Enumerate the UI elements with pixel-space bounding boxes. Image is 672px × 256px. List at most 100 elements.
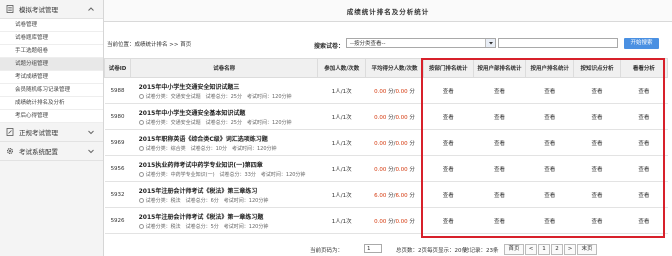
view-analysis-link[interactable]: 查看 [620,129,668,156]
view-analysis-link[interactable]: 查看 [620,181,668,208]
dept-rank-link[interactable]: 查看 [423,155,474,182]
pager-total-records: 总记录：23条 [464,248,499,254]
user-rank-link[interactable]: 查看 [525,103,574,130]
paper-id: 5988 [104,77,131,104]
user-dept-rank-link[interactable] [473,233,526,235]
sidebar-group-label: 正规考试管理 [19,129,58,137]
search-label: 搜索试卷： [314,43,345,50]
paper-id: 5980 [104,103,131,130]
paper-name-cell: 2015年中小学生交通安全基本知识试题 试卷分类：交通安全试题 试卷总分：25分… [130,103,318,130]
paper-info-text: 试卷分类：交通安全试题 试卷总分：25分 考试时间：120分钟 [145,93,292,100]
sidebar-item-score-ranking[interactable]: 成绩统计排名及分析 [0,97,103,110]
gear-icon [6,147,14,155]
paper-name[interactable]: 2015年中小学生交通安全知识试题三 [139,82,318,91]
paper-name[interactable]: 2015年职称英语《综合类C级》词汇选项练习题 [139,134,318,143]
user-rank-link[interactable]: 查看 [525,129,574,156]
pagination: 当前页码为： 1 总页数：2页 每页显示：20条 总记录：23条 首页 < 1 … [104,244,672,256]
document-edit-icon [6,128,14,136]
participants-cell: 1人/1次 [317,129,366,156]
dept-rank-link[interactable]: 查看 [423,77,474,104]
prev-page-button[interactable]: < [525,244,537,255]
knowledge-analysis-link[interactable]: 查看 [573,181,621,208]
average-score: 6.00 [374,192,387,199]
total-score: 0.00 [395,140,408,147]
user-dept-rank-link[interactable]: 查看 [473,181,526,208]
dept-rank-link[interactable]: 查看 [423,181,474,208]
first-page-button[interactable]: 首页 [504,244,524,255]
user-rank-link[interactable]: 查看 [525,207,574,234]
view-analysis-link[interactable]: 查看 [620,155,668,182]
breadcrumb: 当前位置：成绩统计排名 >> 首页 [107,42,192,48]
info-bullet-icon [138,171,144,177]
view-analysis-link[interactable]: 查看 [620,207,668,234]
sidebar-item-score-manage[interactable]: 考试成绩管理 [0,71,103,84]
dept-rank-link[interactable]: 查看 [423,103,474,130]
pager-per-page: 每页显示：20条 [427,248,467,254]
table-row: 5932 2015年注册会计师考试《税法》第三章练习 试卷分类：税法 试卷总分：… [104,181,668,208]
sidebar-group-label: 考试系统配置 [19,148,58,156]
paper-name[interactable]: 2015年注册会计师考试《税法》第三章练习 [139,186,318,195]
user-dept-rank-link[interactable]: 查看 [473,155,526,182]
sidebar-item-question-groups[interactable]: 试题分组管理 [0,58,103,71]
user-rank-link[interactable]: 查看 [525,77,574,104]
knowledge-analysis-link[interactable]: 查看 [573,103,621,130]
average-score: 0.00 [374,114,387,121]
user-dept-rank-link[interactable]: 查看 [473,207,526,234]
sidebar-item-question-bank[interactable]: 试卷题库管理 [0,32,103,45]
dept-rank-link[interactable] [423,233,474,235]
paper-info-text: 试卷分类：交通安全试题 试卷总分：25分 考试时间：120分钟 [145,119,292,126]
user-rank-link[interactable]: 查看 [525,181,574,208]
view-analysis-link[interactable]: 查看 [620,103,668,130]
paper-name[interactable]: 2015年注册会计师考试《税法》第一章练习题 [139,212,318,221]
page-1-button[interactable]: 1 [538,244,550,255]
dept-rank-link[interactable]: 查看 [423,207,474,234]
knowledge-analysis-link[interactable]: 查看 [573,207,621,234]
user-dept-rank-link[interactable]: 查看 [473,77,526,104]
paper-info: 试卷分类：税法 试卷总分：5分 考试时间：120分钟 [138,223,318,230]
pager-total-pages: 总页数：2页 [396,248,427,254]
average-cell: 0.00 分/0.00 分 [365,103,424,130]
paper-name[interactable]: 2015年中小学生交通安全基本知识试题 [139,108,318,117]
paper-info: 试卷分类：综合类 试卷总分：10分 考试时间：120分钟 [138,145,318,152]
chevron-down-icon [87,147,95,155]
sidebar-group-exam[interactable]: 模拟考试管理 [0,0,103,19]
sidebar-item-reflections[interactable]: 考后心得管理 [0,110,103,123]
knowledge-analysis-link[interactable]: 查看 [573,129,621,156]
sidebar-item-manual-compose[interactable]: 手工选题组卷 [0,45,103,58]
table-row: 5969 2015年职称英语《综合类C级》词汇选项练习题 试卷分类：综合类 试卷… [104,129,668,156]
paper-name[interactable]: 2015执业药师考试中药学专业知识(一)第四章 [139,160,318,169]
user-rank-link[interactable] [525,233,574,235]
view-analysis-link[interactable] [620,233,668,235]
search-row: 当前位置：成绩统计排名 >> 首页 搜索试卷： --按分类查看-- 开始搜索 [104,35,672,55]
search-input[interactable] [498,38,618,48]
user-dept-rank-link[interactable]: 查看 [473,103,526,130]
knowledge-analysis-link[interactable]: 查看 [573,77,621,104]
chevron-up-icon [87,5,95,13]
average-score: 0.00 [374,166,387,173]
last-page-button[interactable]: 末页 [577,244,597,255]
sidebar: 模拟考试管理 试卷管理 试卷题库管理 手工选题组卷 试题分组管理 考试成绩管理 … [0,0,104,256]
paper-info-text: 试卷分类：中药学专业知识(一) 试卷总分：33分 考试时间：120分钟 [145,171,306,178]
search-button[interactable]: 开始搜索 [624,38,659,49]
view-analysis-link[interactable]: 查看 [620,77,668,104]
results-table-container: 试卷ID 试卷名称 参加人数/次数 平均得分人数/次数 按部门排名统计 按用户部… [104,58,672,235]
chevron-down-icon [87,128,95,136]
paper-info: 试卷分类：交通安全试题 试卷总分：25分 考试时间：120分钟 [138,119,318,126]
user-dept-rank-link[interactable]: 查看 [473,129,526,156]
user-rank-link[interactable]: 查看 [525,155,574,182]
next-page-button[interactable]: > [564,244,576,255]
page-number-input[interactable]: 1 [364,244,382,253]
sidebar-group-config[interactable]: 考试系统配置 [0,142,103,161]
dept-rank-link[interactable]: 查看 [423,129,474,156]
category-select[interactable]: --按分类查看-- [346,38,496,48]
page-2-button[interactable]: 2 [551,244,563,255]
knowledge-analysis-link[interactable]: 查看 [573,155,621,182]
average-cell: 6.00 分/6.00 分 [365,181,424,208]
table-row: 5988 2015年中小学生交通安全知识试题三 试卷分类：交通安全试题 试卷总分… [104,77,668,104]
sidebar-item-practice-records[interactable]: 会员随机练习记录管理 [0,84,103,97]
sidebar-group-formal-exam[interactable]: 正规考试管理 [0,123,103,142]
chevron-down-icon[interactable] [485,39,495,47]
knowledge-analysis-link[interactable] [573,233,621,235]
sidebar-item-paper-manage[interactable]: 试卷管理 [0,19,103,32]
paper-name-cell: 2015年中小学生交通安全知识试题三 试卷分类：交通安全试题 试卷总分：25分 … [130,77,318,104]
